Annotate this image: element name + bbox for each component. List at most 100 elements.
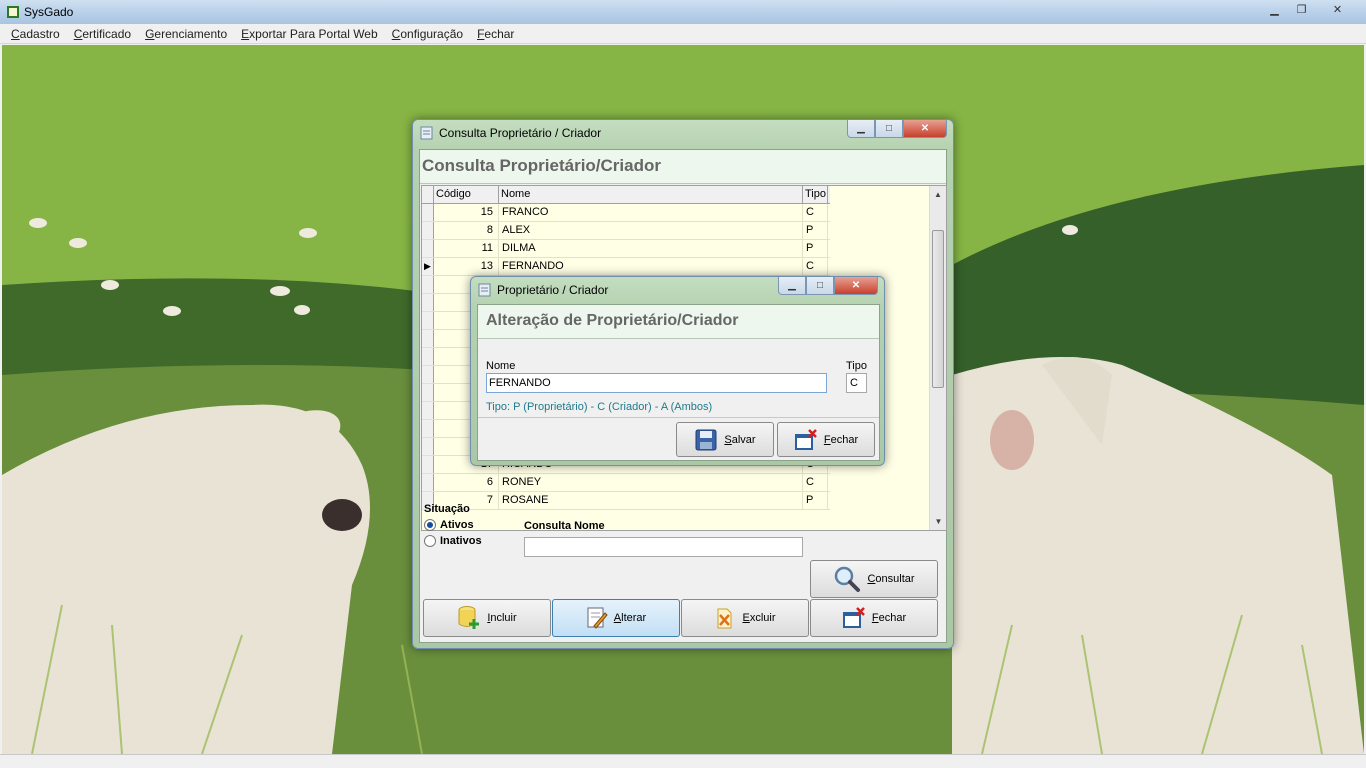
salvar-button[interactable]: Salvar <box>676 422 774 457</box>
scroll-up-icon[interactable]: ▲ <box>930 186 946 203</box>
minimize-icon[interactable]: ▁ <box>778 277 806 295</box>
proprietario-client-area: Alteração de Proprietário/Criador Nome F… <box>477 304 880 461</box>
cell-nome: DILMA <box>499 240 803 257</box>
cell-tipo: C <box>803 474 828 491</box>
nome-input[interactable]: FERNANDO <box>486 373 827 393</box>
row-indicator <box>422 276 434 293</box>
row-indicator <box>422 402 434 419</box>
menu-gerenciamento[interactable]: Gerenciamento <box>138 27 234 41</box>
grid-indicator-header <box>422 186 434 203</box>
excluir-button[interactable]: Excluir <box>681 599 809 637</box>
nome-label: Nome <box>486 360 516 372</box>
row-indicator <box>422 204 434 221</box>
cell-tipo: C <box>803 258 828 275</box>
form-icon <box>478 283 491 297</box>
consulta-nome-input[interactable] <box>524 537 803 557</box>
database-add-icon <box>458 606 480 629</box>
floppy-disk-icon <box>695 429 717 450</box>
tipo-label: Tipo <box>846 360 867 372</box>
row-indicator <box>422 294 434 311</box>
delete-icon <box>717 608 732 629</box>
cell-tipo: P <box>803 492 828 509</box>
radio-ativos-button[interactable] <box>424 519 436 531</box>
cell-codigo: 15 <box>434 204 499 221</box>
proprietario-window-controls: ▁ □ ✕ <box>778 277 878 295</box>
dialog-heading: Alteração de Proprietário/Criador <box>486 312 739 329</box>
grid-header: Código Nome Tipo <box>422 186 830 204</box>
cell-tipo: P <box>803 240 828 257</box>
fechar-button[interactable]: Fechar <box>810 599 938 637</box>
consulta-nome-label: Consulta Nome <box>524 520 605 532</box>
row-indicator <box>422 240 434 257</box>
menu-cadastro[interactable]: Cadastro <box>4 27 67 41</box>
app-icon <box>7 6 19 18</box>
row-indicator <box>422 456 434 473</box>
row-indicator <box>422 420 434 437</box>
column-header-codigo[interactable]: Código <box>434 186 499 203</box>
maximize-icon[interactable]: □ <box>875 120 903 138</box>
consulta-window-controls: ▁ □ ✕ <box>847 120 947 138</box>
scroll-down-icon[interactable]: ▼ <box>930 513 946 530</box>
radio-ativos[interactable]: Ativos <box>424 519 520 531</box>
cell-nome: FERNANDO <box>499 258 803 275</box>
consultar-button[interactable]: Consultar <box>810 560 938 598</box>
app-window-controls: ▁ ❐ ✕ <box>1261 0 1360 20</box>
cell-codigo: 11 <box>434 240 499 257</box>
cell-nome: ROSANE <box>499 492 803 509</box>
incluir-button[interactable]: Incluir <box>423 599 551 637</box>
table-row[interactable]: 6 RONEY C <box>422 474 830 492</box>
menu-exportar[interactable]: Exportar Para Portal Web <box>234 27 385 41</box>
cell-nome: RONEY <box>499 474 803 491</box>
consulta-window-title: Consulta Proprietário / Criador <box>439 126 602 140</box>
table-row[interactable]: 11 DILMA P <box>422 240 830 258</box>
table-row[interactable]: 8 ALEX P <box>422 222 830 240</box>
row-indicator <box>422 474 434 491</box>
close-icon[interactable]: ✕ <box>1315 0 1360 19</box>
proprietario-header: Alteração de Proprietário/Criador <box>478 305 879 339</box>
radio-inativos[interactable]: Inativos <box>424 535 520 547</box>
row-indicator <box>422 312 434 329</box>
app-titlebar: SysGado ▁ ❐ ✕ <box>0 0 1366 24</box>
menu-configuracao[interactable]: Configuração <box>385 27 470 41</box>
consulta-header: Consulta Proprietário/Criador <box>420 150 946 184</box>
row-indicator <box>422 330 434 347</box>
cell-tipo: C <box>803 204 828 221</box>
page-title: Consulta Proprietário/Criador <box>422 156 661 175</box>
current-row-indicator-icon: ▶ <box>422 258 434 275</box>
edit-document-icon <box>587 607 608 629</box>
status-bar <box>0 754 1366 768</box>
cell-tipo: P <box>803 222 828 239</box>
divider <box>478 417 879 418</box>
app-title: SysGado <box>24 5 74 19</box>
table-row[interactable]: 15 FRANCO C <box>422 204 830 222</box>
close-icon[interactable]: ✕ <box>903 120 947 138</box>
restore-icon[interactable]: ❐ <box>1288 0 1315 19</box>
form-icon <box>420 126 433 140</box>
menu-fechar[interactable]: Fechar <box>470 27 521 41</box>
situacao-group: Situação Ativos Inativos <box>424 503 520 555</box>
row-indicator <box>422 438 434 455</box>
vertical-scrollbar[interactable]: ▲ ▼ <box>929 186 946 530</box>
radio-inativos-button[interactable] <box>424 535 436 547</box>
table-row[interactable]: ▶ 13 FERNANDO C <box>422 258 830 276</box>
magnifier-icon <box>835 566 861 592</box>
cell-nome: FRANCO <box>499 204 803 221</box>
fechar-dialog-button[interactable]: Fechar <box>777 422 875 457</box>
tipo-hint: Tipo: P (Proprietário) - C (Criador) - A… <box>486 401 713 413</box>
close-window-icon <box>842 607 865 628</box>
row-indicator <box>422 366 434 383</box>
menu-bar: Cadastro Certificado Gerenciamento Expor… <box>0 24 1366 44</box>
tipo-input[interactable]: C <box>846 373 867 393</box>
maximize-icon[interactable]: □ <box>806 277 834 295</box>
scrollbar-thumb[interactable] <box>932 230 944 388</box>
cell-codigo: 13 <box>434 258 499 275</box>
minimize-icon[interactable]: ▁ <box>1261 0 1288 19</box>
radio-inativos-label: Inativos <box>440 535 482 547</box>
close-icon[interactable]: ✕ <box>834 277 878 295</box>
menu-certificado[interactable]: Certificado <box>67 27 138 41</box>
column-header-nome[interactable]: Nome <box>499 186 803 203</box>
minimize-icon[interactable]: ▁ <box>847 120 875 138</box>
column-header-tipo[interactable]: Tipo <box>803 186 828 203</box>
proprietario-dialog: Proprietário / Criador ▁ □ ✕ Alteração d… <box>470 276 885 466</box>
alterar-button[interactable]: Alterar <box>552 599 680 637</box>
